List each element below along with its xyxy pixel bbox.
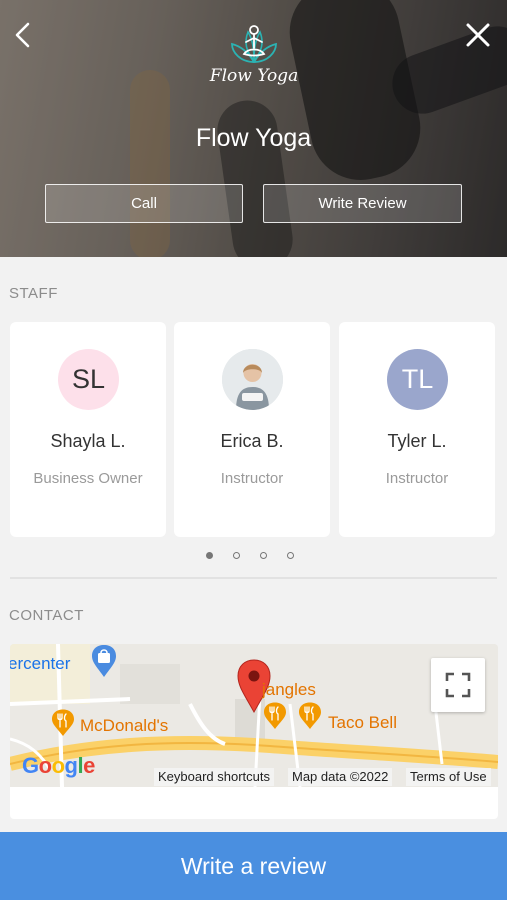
person-photo-icon (222, 349, 283, 410)
google-logo: Google (22, 753, 95, 778)
write-review-button[interactable]: Write Review (263, 184, 462, 223)
close-button[interactable] (461, 18, 495, 52)
staff-role: Instructor (220, 470, 284, 487)
terms-of-use-link[interactable]: Terms of Use (406, 768, 491, 786)
staff-name: Tyler L. (387, 431, 447, 451)
map-data-attribution: Map data ©2022 (288, 768, 393, 786)
map-label-center: ercenter (10, 654, 71, 673)
staff-section-title: STAFF (9, 285, 58, 302)
restaurant-pin-icon (299, 702, 321, 729)
hero-banner: Flow Yoga Flow Yoga Call Write Review (0, 0, 507, 257)
shopping-bag-pin-icon (92, 645, 116, 677)
back-button[interactable] (6, 18, 40, 52)
studio-logo: Flow Yoga (208, 22, 300, 102)
restaurant-pin-icon (52, 709, 74, 736)
close-icon (466, 23, 490, 47)
page-dot[interactable] (233, 552, 240, 559)
lotus-meditation-icon (231, 25, 277, 63)
write-a-review-button[interactable]: Write a review (0, 832, 507, 900)
logo-text: Flow Yoga (209, 66, 299, 86)
staff-card[interactable]: TL Tyler L. Instructor (339, 322, 495, 537)
chevron-left-icon (15, 22, 30, 48)
staff-card[interactable]: Erica B. Instructor (174, 322, 330, 537)
location-map[interactable]: ercenter McDonald's jangles Taco Bell Go… (10, 644, 498, 787)
map-label-bojangles: jangles (262, 680, 316, 699)
carousel-pagination (206, 552, 294, 559)
avatar: TL (387, 349, 448, 410)
staff-name: Shayla L. (50, 431, 126, 451)
contact-section-title: CONTACT (9, 607, 84, 624)
staff-role: Business Owner (33, 470, 143, 487)
map-label-tacobell: Taco Bell (328, 713, 397, 732)
keyboard-shortcuts-link[interactable]: Keyboard shortcuts (154, 768, 275, 786)
avatar-initials: SL (71, 364, 106, 394)
avatar (222, 349, 283, 410)
avatar-initials: TL (401, 364, 434, 394)
studio-name: Flow Yoga (195, 124, 312, 152)
page-dot[interactable] (287, 552, 294, 559)
call-button[interactable]: Call (45, 184, 243, 223)
page-dot[interactable] (206, 552, 213, 559)
section-divider (10, 577, 497, 579)
map-label-mcdonalds: McDonald's (80, 716, 169, 735)
staff-role: Instructor (385, 470, 449, 487)
staff-card[interactable]: SL Shayla L. Business Owner (10, 322, 166, 537)
avatar: SL (58, 349, 119, 410)
restaurant-pin-icon (264, 702, 286, 729)
fullscreen-button[interactable] (431, 658, 485, 712)
staff-carousel[interactable]: SL Shayla L. Business Owner Erica B. Ins… (10, 322, 507, 537)
page-dot[interactable] (260, 552, 267, 559)
staff-name: Erica B. (220, 431, 284, 451)
contact-card: ercenter McDonald's jangles Taco Bell Go… (10, 644, 498, 819)
fullscreen-icon (445, 672, 471, 698)
